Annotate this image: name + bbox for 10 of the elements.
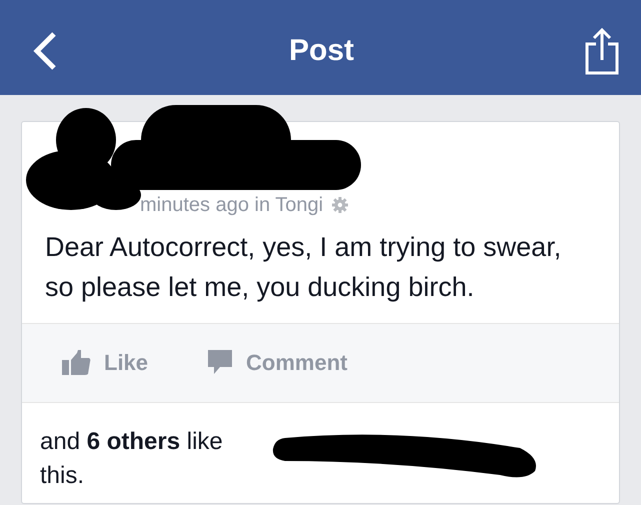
thumbs-up-icon — [62, 350, 92, 376]
comment-button[interactable]: Comment — [208, 350, 348, 376]
share-icon[interactable] — [584, 26, 619, 74]
like-button[interactable]: Like — [62, 350, 148, 376]
post-text: Dear Autocorrect, yes, I am trying to swear, so please let me, you ducking birch. — [45, 231, 562, 304]
speech-bubble-icon — [208, 350, 234, 376]
post-timestamp: minutes ago in Tongi — [140, 193, 324, 217]
likes-summary: and 6 others like this. — [40, 427, 224, 491]
page-title: Post — [288, 34, 354, 68]
back-icon[interactable] — [32, 30, 58, 70]
